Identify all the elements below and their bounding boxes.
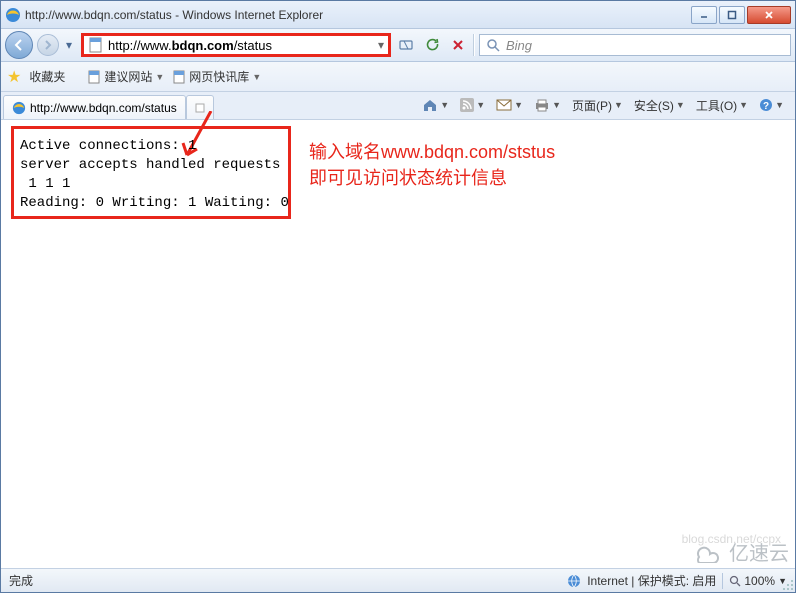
favorites-bar: ★ 收藏夹 建议网站 ▼ 网页快讯库 ▼	[1, 62, 795, 92]
safety-menu-label: 安全(S)	[634, 97, 674, 114]
status-text: 完成	[9, 572, 33, 589]
page-icon	[87, 70, 101, 84]
watermark-logo-label: 亿速云	[729, 537, 789, 566]
back-button[interactable]	[5, 31, 33, 59]
close-button[interactable]	[747, 6, 791, 24]
watermark-logo: 亿速云	[689, 537, 789, 566]
home-button[interactable]: ▼	[417, 94, 454, 116]
search-placeholder: Bing	[506, 38, 532, 53]
tab-bar: http://www.bdqn.com/status ▼ ▼ ▼ ▼ 页面(P)…	[1, 92, 795, 120]
status-output: Active connections: 1 server accepts han…	[20, 137, 282, 213]
svg-text:?: ?	[763, 101, 769, 112]
page-icon	[172, 70, 186, 84]
separator	[722, 573, 723, 589]
favorites-label: 收藏夹	[29, 68, 65, 85]
fav-item-webslice[interactable]: 网页快讯库 ▼	[172, 68, 261, 85]
chevron-down-icon: ▼	[155, 72, 164, 82]
url-path: /status	[234, 38, 272, 53]
address-dropdown-icon[interactable]: ▾	[378, 38, 384, 52]
cloud-icon	[689, 541, 725, 563]
forward-button[interactable]	[37, 34, 59, 56]
arrow-right-icon	[43, 40, 53, 50]
fav-item-suggested[interactable]: 建议网站 ▼	[87, 68, 164, 85]
zoom-level: 100%	[744, 574, 775, 588]
help-icon: ?	[759, 98, 773, 112]
mail-button[interactable]: ▼	[491, 94, 528, 116]
arrow-left-icon	[12, 38, 26, 52]
new-tab-button[interactable]	[186, 95, 214, 119]
separator	[473, 34, 475, 56]
zoom-control[interactable]: 100% ▼	[729, 574, 787, 588]
search-box[interactable]: Bing	[479, 34, 791, 56]
tab-current[interactable]: http://www.bdqn.com/status	[3, 95, 186, 119]
resize-grip[interactable]	[782, 579, 794, 591]
page-menu-label: 页面(P)	[572, 97, 612, 114]
ie-icon	[12, 101, 26, 115]
blank-tab-icon	[194, 102, 206, 114]
home-icon	[422, 97, 438, 113]
minimize-button[interactable]	[691, 6, 717, 24]
tools-menu-label: 工具(O)	[696, 97, 737, 114]
chevron-down-icon: ▼	[252, 72, 261, 82]
refresh-button[interactable]	[421, 34, 443, 56]
watermark-text: blog.csdn.net/ccpx	[682, 532, 781, 546]
favorites-star-icon[interactable]: ★	[7, 67, 21, 87]
status-right: Internet | 保护模式: 启用 100% ▼	[567, 572, 787, 589]
navbar: ▾ http://www.bdqn.com/status ▾ Bing	[1, 29, 795, 62]
browser-window: http://www.bdqn.com/status - Windows Int…	[0, 0, 796, 593]
search-icon	[486, 38, 500, 52]
window-title: http://www.bdqn.com/status - Windows Int…	[25, 8, 691, 22]
feeds-button[interactable]: ▼	[455, 94, 490, 116]
zoom-icon	[729, 575, 741, 587]
annotation-text: 输入域名www.bdqn.com/ststus 即可见访问状态统计信息	[309, 139, 555, 191]
page-content: Active connections: 1 server accepts han…	[1, 120, 795, 568]
status-bar: 完成 Internet | 保护模式: 启用 100% ▼	[1, 568, 795, 592]
annotation-line2: 即可见访问状态统计信息	[309, 168, 507, 188]
internet-zone-icon	[567, 574, 581, 588]
status-output-box: Active connections: 1 server accepts han…	[11, 126, 291, 219]
tools-menu[interactable]: 工具(O)▼	[691, 94, 753, 116]
mail-icon	[496, 98, 512, 112]
stop-icon	[452, 39, 464, 51]
url-host: bdqn.com	[172, 38, 234, 53]
address-bar[interactable]: http://www.bdqn.com/status ▾	[81, 33, 391, 57]
help-button[interactable]: ?▼	[754, 94, 789, 116]
rss-icon	[460, 98, 474, 112]
status-zone: Internet | 保护模式: 启用	[587, 572, 716, 589]
url-prefix: http://www.	[108, 38, 172, 53]
print-button[interactable]: ▼	[529, 94, 566, 116]
ie-icon	[5, 7, 21, 23]
history-dropdown[interactable]: ▾	[63, 38, 75, 52]
compat-icon	[398, 37, 414, 53]
maximize-button[interactable]	[719, 6, 745, 24]
address-text: http://www.bdqn.com/status	[108, 38, 272, 53]
page-menu[interactable]: 页面(P)▼	[567, 94, 628, 116]
refresh-icon	[425, 38, 439, 52]
annotation-line1: 输入域名www.bdqn.com/ststus	[309, 142, 555, 162]
page-icon	[88, 37, 104, 53]
fav-item-label: 建议网站	[104, 68, 152, 85]
print-icon	[534, 98, 550, 112]
stop-button[interactable]	[447, 34, 469, 56]
command-bar: ▼ ▼ ▼ ▼ 页面(P)▼ 安全(S)▼ 工具(O)▼ ?▼	[417, 91, 793, 119]
compat-view-button[interactable]	[395, 34, 417, 56]
safety-menu[interactable]: 安全(S)▼	[629, 94, 690, 116]
fav-item-label: 网页快讯库	[189, 68, 249, 85]
window-controls	[691, 6, 791, 24]
titlebar: http://www.bdqn.com/status - Windows Int…	[1, 1, 795, 29]
tab-label: http://www.bdqn.com/status	[30, 101, 177, 115]
